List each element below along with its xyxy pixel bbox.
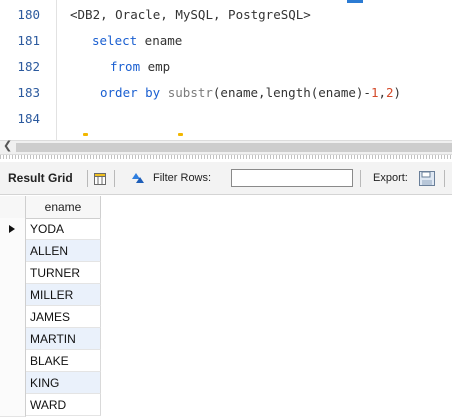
grid-cell-ename[interactable]: BLAKE <box>26 350 101 372</box>
line-number: 184 <box>17 111 40 126</box>
row-header[interactable] <box>0 306 26 329</box>
scrollbar-thumb[interactable] <box>16 143 452 152</box>
grid-cell-ename[interactable]: TURNER <box>26 262 101 284</box>
toolbar-divider <box>444 170 445 187</box>
panel-splitter[interactable] <box>0 155 452 159</box>
code-line-184[interactable]: 184 <box>0 106 452 132</box>
grid-cell-ename[interactable]: YODA <box>26 218 101 240</box>
result-grid-tab[interactable]: Result Grid <box>8 162 73 194</box>
row-header[interactable] <box>0 240 26 263</box>
row-header[interactable] <box>0 328 26 351</box>
table-row[interactable]: KING <box>0 372 101 395</box>
code-text: order by substr(ename,length(ename)-1,2) <box>100 85 402 100</box>
table-row[interactable]: BLAKE <box>0 350 101 373</box>
row-header[interactable] <box>0 394 26 417</box>
grid-cell-ename[interactable]: ALLEN <box>26 240 101 262</box>
code-text: from emp <box>110 59 171 74</box>
filter-rows-label: Filter Rows: <box>153 172 212 184</box>
scroll-left-icon[interactable]: ❮ <box>3 139 12 152</box>
column-header-ename[interactable]: ename <box>26 196 101 219</box>
grid-cell-ename[interactable]: KING <box>26 372 101 394</box>
code-line-181[interactable]: 181 select ename <box>0 28 452 54</box>
row-header[interactable] <box>0 262 26 285</box>
code-text: <DB2, Oracle, MySQL, PostgreSQL> <box>70 7 311 22</box>
toolbar-divider <box>360 170 361 187</box>
code-text: select ename <box>92 33 183 48</box>
result-grid[interactable]: ename YODA ALLEN TURNER MILLER JAMES MARTIN BL… <box>0 196 452 417</box>
sql-editor[interactable]: 180 <DB2, Oracle, MySQL, PostgreSQL> 181… <box>0 0 452 140</box>
grid-cell-ename[interactable]: WARD <box>26 394 101 416</box>
toolbar-divider <box>114 170 115 187</box>
table-row[interactable]: WARD <box>0 394 101 417</box>
warning-marker <box>83 133 88 136</box>
grid-cell-ename[interactable]: MILLER <box>26 284 101 306</box>
grid-cell-ename[interactable]: MARTIN <box>26 328 101 350</box>
row-header[interactable] <box>0 372 26 395</box>
refresh-icon[interactable] <box>130 171 146 185</box>
table-row[interactable]: MARTIN <box>0 328 101 351</box>
export-icon[interactable] <box>419 171 435 186</box>
row-header[interactable] <box>0 218 26 241</box>
toolbar-divider <box>87 170 88 187</box>
warning-marker <box>178 133 183 136</box>
code-line-183[interactable]: 183 order by substr(ename,length(ename)-… <box>0 80 452 106</box>
row-header[interactable] <box>0 284 26 307</box>
table-row[interactable]: ALLEN <box>0 240 101 263</box>
horizontal-scrollbar[interactable]: ❮ <box>0 139 452 155</box>
current-row-caret-icon <box>9 225 15 233</box>
export-label: Export: <box>373 172 408 184</box>
code-line-182[interactable]: 182 from emp <box>0 54 452 80</box>
row-header[interactable] <box>0 350 26 373</box>
line-number: 180 <box>17 7 40 22</box>
table-row[interactable]: YODA <box>0 218 101 241</box>
grid-cell-ename[interactable]: JAMES <box>26 306 101 328</box>
line-number: 182 <box>17 59 40 74</box>
table-row[interactable]: TURNER <box>0 262 101 285</box>
grid-view-icon[interactable] <box>94 173 106 185</box>
code-line-180[interactable]: 180 <DB2, Oracle, MySQL, PostgreSQL> <box>0 2 452 28</box>
line-number: 183 <box>17 85 40 100</box>
row-header-corner <box>0 196 26 219</box>
table-row[interactable]: JAMES <box>0 306 101 329</box>
table-row[interactable]: MILLER <box>0 284 101 307</box>
result-toolbar: Result Grid Filter Rows: Export: <box>0 162 452 195</box>
line-number: 181 <box>17 33 40 48</box>
filter-rows-input[interactable] <box>231 169 353 187</box>
